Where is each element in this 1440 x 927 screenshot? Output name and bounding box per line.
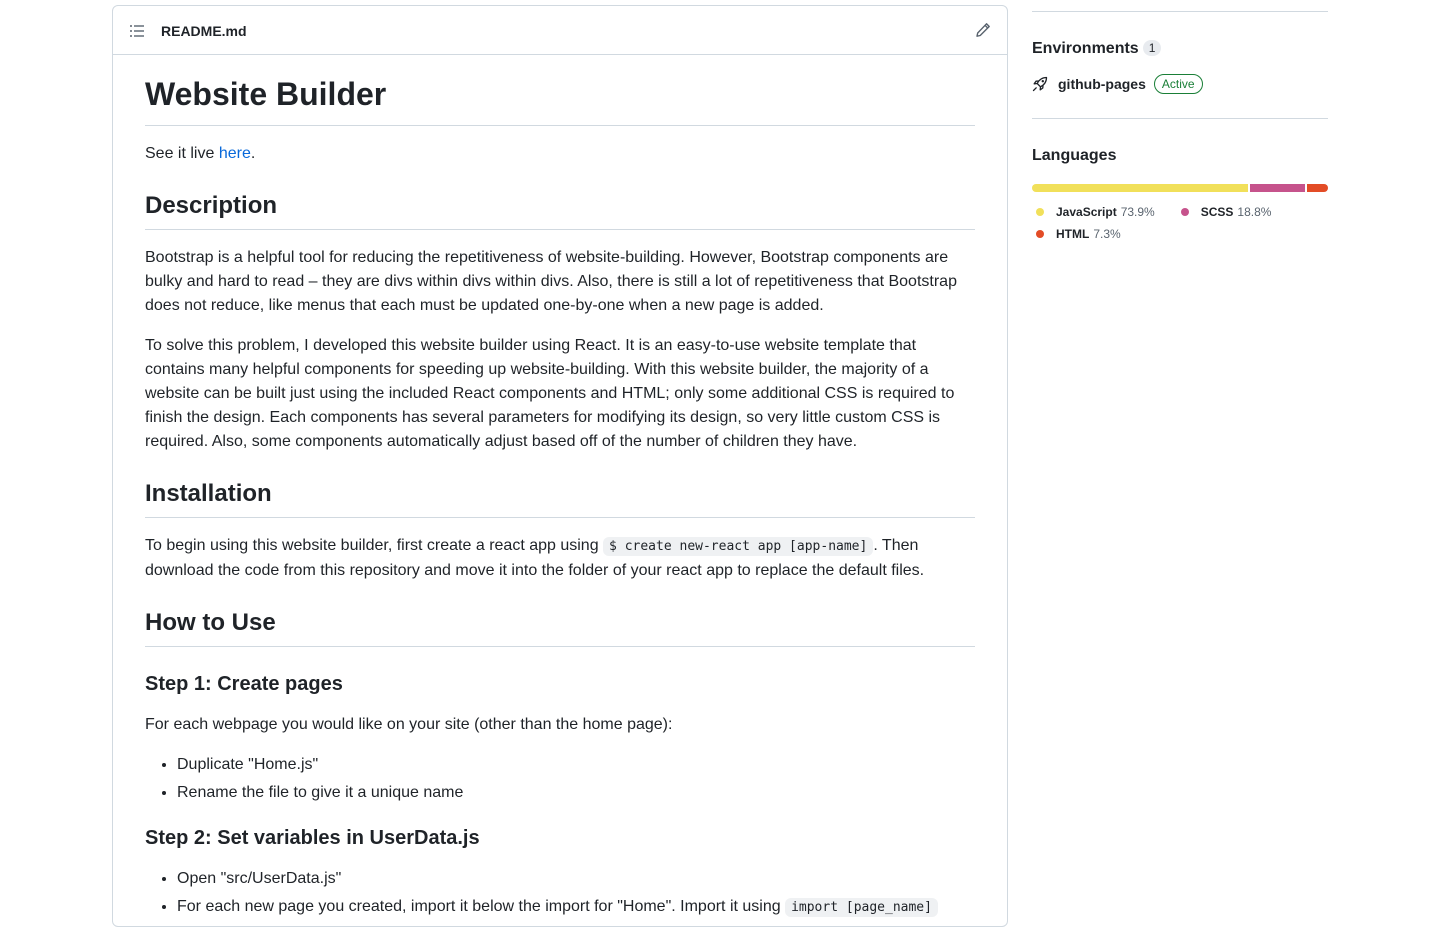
readme-panel: README.md Website Builder See it live he… [112, 5, 1008, 927]
installation-heading: Installation [145, 478, 975, 518]
description-paragraph-1: Bootstrap is a helpful tool for reducing… [145, 249, 957, 314]
list-item: For each new page you created, import it… [177, 895, 975, 920]
list-item: Open "src/UserData.js" [177, 867, 975, 891]
live-site-link[interactable]: here [219, 145, 251, 162]
step2-list: Open "src/UserData.js" For each new page… [145, 867, 975, 920]
language-dot [1180, 208, 1189, 216]
language-item-html[interactable]: HTML 7.3% [1032, 223, 1121, 245]
languages-heading: Languages [1032, 147, 1117, 164]
readme-header: README.md [113, 6, 1007, 55]
language-bar-segment[interactable] [1249, 184, 1305, 192]
intro-paragraph: See it live here. [145, 145, 256, 162]
step2-heading: Step 2: Set variables in UserData.js [145, 827, 480, 849]
step1-paragraph: For each webpage you would like on your … [145, 716, 673, 733]
description-paragraph-2: To solve this problem, I developed this … [145, 337, 955, 450]
installation-paragraph: To begin using this website builder, fir… [145, 537, 925, 579]
language-item-javascript[interactable]: JavaScript 73.9% [1032, 201, 1155, 223]
language-list: JavaScript 73.9% SCSS 18.8% HTML 7.3% [1032, 201, 1328, 245]
status-badge: Active [1153, 74, 1203, 94]
repo-sidebar: Environments 1 github-pages Active Langua… [1032, 0, 1328, 245]
environment-row: github-pages Active [1032, 74, 1328, 94]
language-bar-segment[interactable] [1306, 184, 1328, 192]
pencil-icon[interactable] [975, 22, 991, 38]
description-heading: Description [145, 190, 975, 230]
language-dot [1036, 208, 1044, 216]
language-dot [1036, 230, 1044, 238]
inline-code: $ create new-react app [app-name] [603, 537, 874, 556]
inline-code: import [page_name] [785, 898, 938, 917]
environment-link[interactable]: github-pages [1058, 76, 1146, 92]
environments-counter: 1 [1142, 40, 1162, 56]
readme-title: Website Builder [145, 74, 975, 126]
language-item-scss[interactable]: SCSS 18.8% [1177, 201, 1271, 223]
readme-filename[interactable]: README.md [161, 23, 247, 39]
environments-heading[interactable]: Environments 1 [1032, 40, 1328, 58]
readme-content: Website Builder See it live here. Descri… [145, 55, 975, 924]
step1-heading: Step 1: Create pages [145, 673, 343, 695]
list-item: Rename the file to give it a unique name [177, 781, 975, 805]
language-bar [1032, 184, 1328, 192]
list-item: Duplicate "Home.js" [177, 753, 975, 777]
divider [1032, 11, 1328, 12]
language-bar-segment[interactable] [1032, 184, 1248, 192]
how-to-use-heading: How to Use [145, 607, 975, 647]
divider [1032, 118, 1328, 119]
step1-list: Duplicate "Home.js" Rename the file to g… [145, 753, 975, 805]
environments-section: Environments 1 github-pages Active [1032, 40, 1328, 94]
table-of-contents-icon[interactable] [129, 23, 145, 39]
languages-section: Languages JavaScript 73.9% SCSS 18.8% HT… [1032, 147, 1328, 245]
rocket-icon [1032, 76, 1048, 92]
